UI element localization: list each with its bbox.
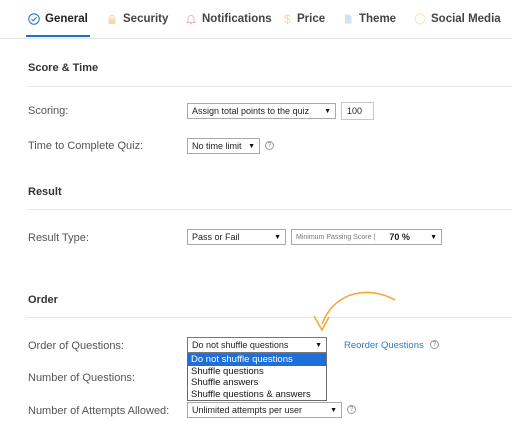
dropdown-option[interactable]: Do not shuffle questions (188, 354, 326, 366)
number-questions-label: Number of Questions: (28, 372, 135, 384)
check-circle-icon (28, 13, 40, 25)
document-icon (342, 13, 354, 25)
order-questions-select-value: Do not shuffle questions (192, 340, 289, 350)
time-limit-select[interactable]: No time limit ▼ (187, 138, 260, 154)
dropdown-option[interactable]: Shuffle questions & answers (188, 389, 326, 401)
tab-price[interactable]: $ Price (284, 10, 325, 28)
time-limit-select-value: No time limit (192, 141, 242, 151)
dropdown-arrow-icon: ▼ (315, 341, 322, 349)
help-icon[interactable]: ? (430, 340, 439, 349)
order-questions-select[interactable]: Do not shuffle questions ▼ (187, 337, 327, 353)
attempts-label: Number of Attempts Allowed: (28, 405, 170, 417)
scoring-label: Scoring: (28, 105, 69, 117)
help-icon[interactable]: ? (265, 141, 274, 150)
tab-notifications[interactable]: Notifications (185, 10, 272, 28)
time-label: Time to Complete Quiz: (28, 140, 144, 152)
dropdown-arrow-icon: ▼ (330, 406, 337, 414)
tab-general[interactable]: General (28, 10, 88, 28)
active-tab-indicator (26, 35, 90, 37)
tab-label: Notifications (202, 13, 272, 25)
scoring-select[interactable]: Assign total points to the quiz ▼ (187, 103, 336, 119)
globe-icon (414, 13, 426, 25)
dropdown-arrow-icon: ▼ (248, 142, 255, 150)
annotation-arrow-icon (313, 291, 396, 332)
dollar-icon: $ (284, 12, 291, 26)
tab-label: Security (123, 13, 169, 25)
divider (26, 209, 512, 210)
divider (26, 86, 512, 87)
tab-label: Price (297, 13, 326, 25)
order-questions-label: Order of Questions: (28, 340, 124, 352)
points-input-value: 100 (347, 106, 363, 116)
min-score-value: 70 % (389, 232, 410, 242)
dropdown-arrow-icon: ▼ (324, 107, 331, 115)
min-score-select[interactable]: Minimum Passing Score | 70 % ▼ (291, 229, 442, 245)
order-questions-dropdown[interactable]: Do not shuffle questions Shuffle questio… (187, 353, 327, 401)
points-input[interactable]: 100 (341, 102, 374, 120)
tab-security[interactable]: Security (106, 10, 168, 28)
lock-icon (106, 13, 118, 25)
dropdown-option[interactable]: Shuffle answers (188, 377, 326, 389)
divider (26, 317, 512, 318)
tab-social-media[interactable]: Social Media (414, 10, 501, 28)
attempts-select-value: Unlimited attempts per user (192, 405, 303, 415)
section-title-score-time: Score & Time (28, 62, 99, 74)
section-title-result: Result (28, 186, 62, 198)
tab-theme[interactable]: Theme (342, 10, 396, 28)
result-type-select[interactable]: Pass or Fail ▼ (187, 229, 286, 245)
tab-label: General (45, 13, 88, 25)
help-icon[interactable]: ? (347, 405, 356, 414)
dropdown-arrow-icon: ▼ (430, 233, 437, 241)
result-type-label: Result Type: (28, 232, 89, 244)
reorder-questions-link[interactable]: Reorder Questions (344, 340, 424, 351)
scoring-select-value: Assign total points to the quiz (192, 106, 310, 116)
bell-icon (185, 13, 197, 25)
section-title-order: Order (28, 294, 58, 306)
tab-label: Theme (359, 13, 397, 25)
tab-label: Social Media (431, 13, 501, 25)
min-score-label: Minimum Passing Score | (296, 233, 376, 241)
dropdown-option[interactable]: Shuffle questions (188, 366, 326, 378)
dropdown-arrow-icon: ▼ (274, 233, 281, 241)
result-type-select-value: Pass or Fail (192, 232, 240, 242)
attempts-select[interactable]: Unlimited attempts per user ▼ (187, 402, 342, 418)
